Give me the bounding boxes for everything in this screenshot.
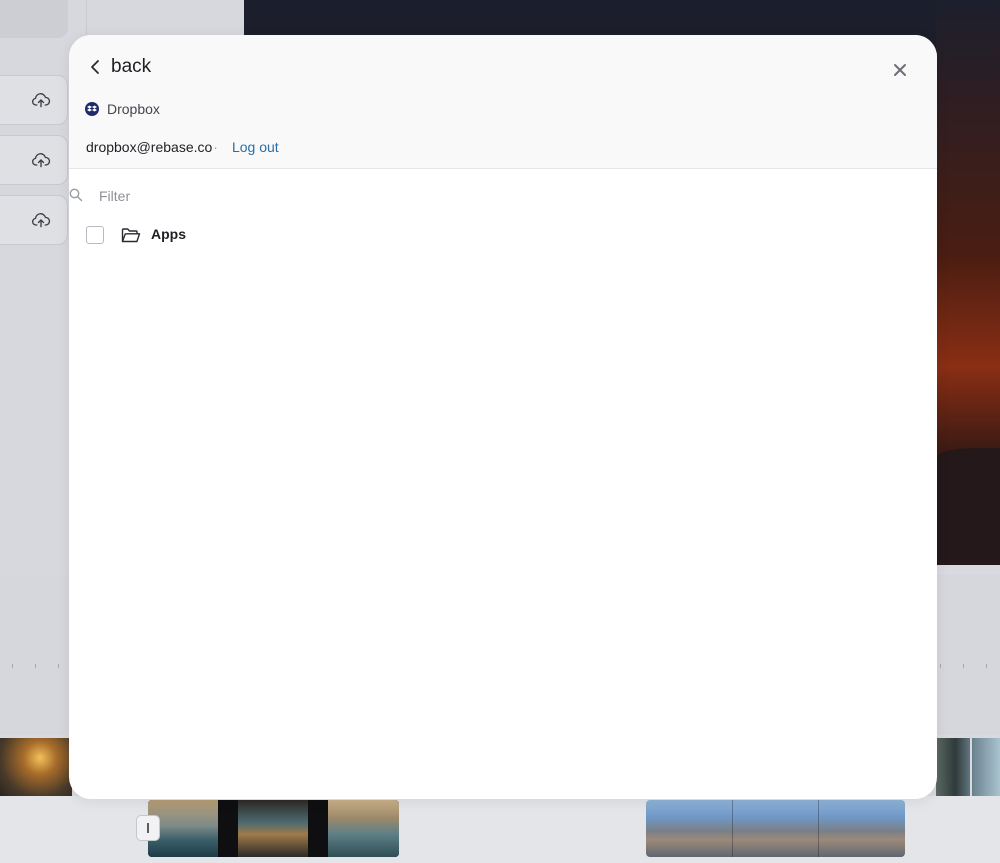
account-row: dropbox@rebase.co · Log out: [86, 139, 279, 155]
background-clip-thumbnail: [936, 738, 1000, 796]
cloud-upload-icon: [32, 213, 51, 228]
background-divider: [86, 0, 87, 40]
filter-input[interactable]: [99, 184, 879, 208]
timeline-tick: [963, 664, 964, 668]
dropbox-icon: [85, 102, 99, 116]
background-upload-button[interactable]: [0, 75, 68, 125]
timeline-tick: [35, 664, 36, 668]
dropbox-picker-modal: back Dropbox dropbox@rebase.co · Log out: [69, 35, 937, 799]
close-icon: [894, 64, 906, 76]
timeline-tick: [12, 664, 13, 668]
provider-row: Dropbox: [85, 101, 160, 117]
item-checkbox[interactable]: [86, 226, 104, 244]
back-button[interactable]: back: [89, 53, 151, 81]
background-upload-button[interactable]: [0, 195, 68, 245]
modal-header: back Dropbox dropbox@rebase.co · Log out: [69, 35, 937, 169]
folder-open-icon: [121, 228, 141, 243]
back-label: back: [111, 56, 152, 77]
search-icon: [69, 188, 83, 202]
clip-trim-handle[interactable]: [136, 815, 160, 841]
cloud-upload-icon: [32, 93, 51, 108]
background-upload-button[interactable]: [0, 135, 68, 185]
provider-name: Dropbox: [107, 101, 160, 117]
logout-link[interactable]: Log out: [232, 139, 279, 155]
chevron-left-icon: [91, 60, 99, 74]
timeline-clip-coast[interactable]: [148, 800, 399, 857]
background-video-horizon: [936, 448, 1000, 565]
timeline-tick: [940, 664, 941, 668]
account-separator: ·: [213, 139, 218, 155]
close-button[interactable]: [887, 57, 913, 83]
timeline-tick: [986, 664, 987, 668]
list-item[interactable]: Apps: [69, 221, 937, 249]
background-clip-thumbnail: [0, 738, 72, 796]
filter-row: [69, 183, 937, 209]
timeline-clip-city[interactable]: [646, 800, 905, 857]
cloud-upload-icon: [32, 153, 51, 168]
account-email: dropbox@rebase.co: [86, 139, 213, 155]
timeline-tick: [58, 664, 59, 668]
background-card: [0, 0, 68, 38]
file-list: Apps: [69, 221, 937, 249]
item-label: Apps: [151, 226, 186, 242]
